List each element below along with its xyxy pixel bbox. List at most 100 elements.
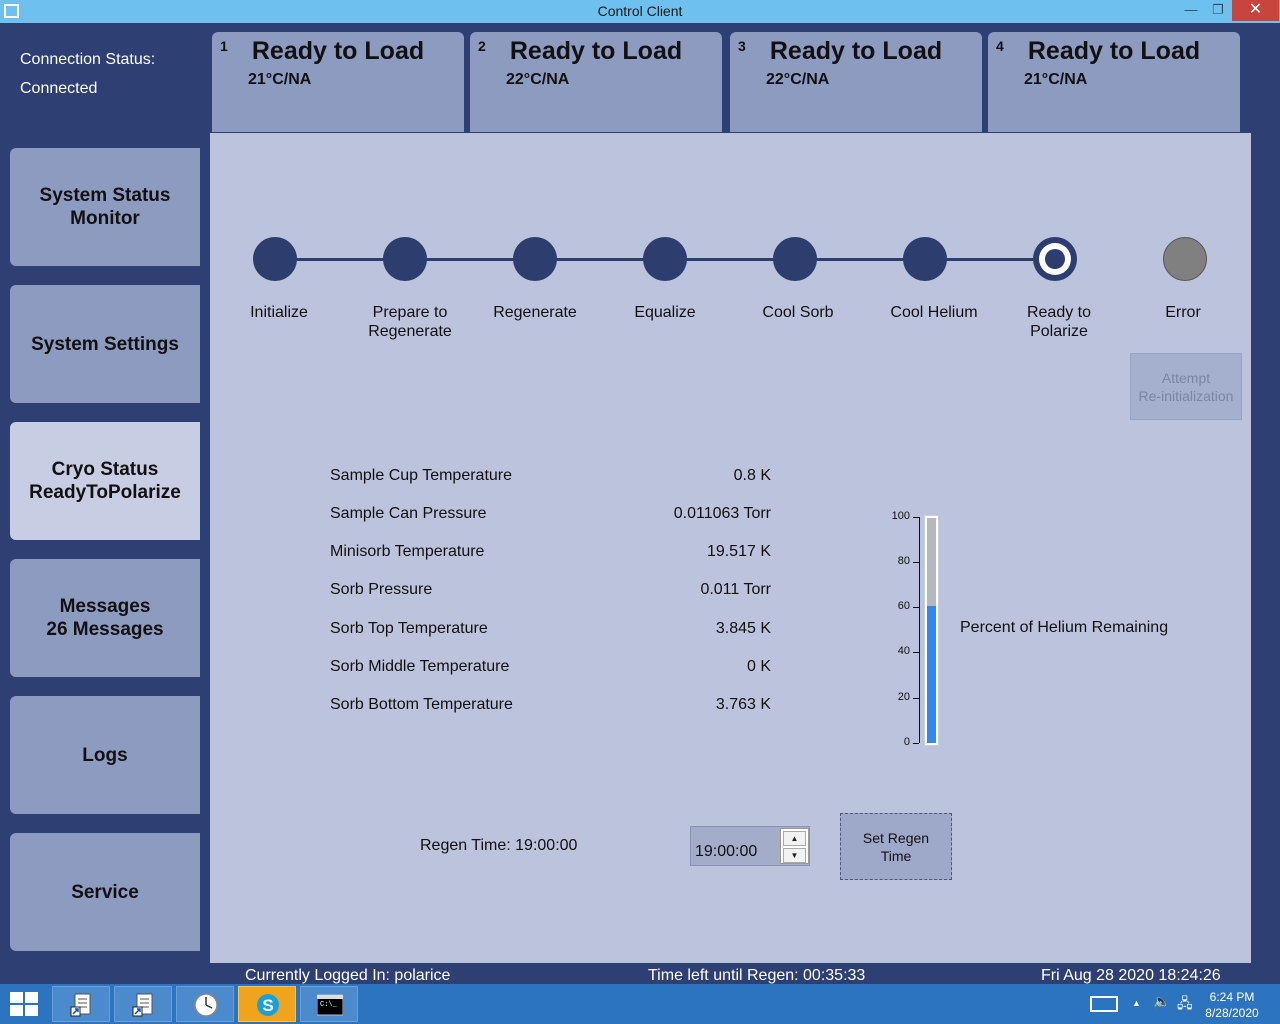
tab-temperature: 22°C/NA — [766, 71, 830, 88]
state-node-prepare-to-regenerate — [383, 237, 427, 281]
gauge-tick-label: 80 — [897, 555, 910, 567]
load-station-tab-2[interactable]: 2 Ready to Load 22°C/NA — [470, 32, 722, 132]
title-bar: Control Client — ❐ ✕ — [0, 0, 1280, 23]
speaker-icon[interactable]: 🔈 — [1153, 993, 1170, 1010]
skype-icon: S — [257, 994, 279, 1016]
sidebar-item-system-settings[interactable]: System Settings — [10, 285, 200, 403]
attempt-reinitialization-button[interactable]: Attempt Re-initialization — [1130, 353, 1242, 420]
spin-down-icon[interactable]: ▼ — [783, 848, 806, 863]
start-pane — [25, 992, 38, 1003]
taskbar-skype[interactable]: S — [238, 986, 296, 1022]
state-label-line: Cool Helium — [890, 304, 978, 321]
helium-gauge-axis — [919, 517, 920, 743]
reading-label-sample-can-pressure: Sample Can Pressure — [330, 505, 487, 522]
helium-gauge-fill — [927, 606, 936, 743]
spin-up-icon[interactable]: ▲ — [783, 831, 806, 846]
gauge-tick — [913, 698, 919, 699]
reading-value-sorb-middle-temperature: 0 K — [746, 658, 771, 675]
gauge-tick — [913, 743, 919, 744]
svg-text:C:\_: C:\_ — [320, 1001, 338, 1009]
taskbar: S C:\_ ▲ 🔈 🖧 6:24 PM 8/28/2020 — [0, 984, 1280, 1024]
taskbar-document-shortcut-2[interactable] — [114, 986, 172, 1022]
state-label-line: Ready to — [1026, 304, 1092, 321]
tab-status: Ready to Load — [251, 37, 425, 65]
state-label-equalize: Equalize — [600, 303, 730, 322]
state-node-initialize — [253, 237, 297, 281]
taskbar-clock-date[interactable]: 8/28/2020 — [1200, 1006, 1264, 1020]
show-hidden-icons-icon[interactable]: ▲ — [1132, 998, 1141, 1008]
state-label-regenerate: Regenerate — [470, 303, 600, 322]
sidebar-item-sublabel: Monitor — [70, 208, 140, 229]
regen-time-text: Regen Time: 19:00:00 — [420, 837, 578, 854]
state-node-equalize — [643, 237, 687, 281]
sidebar-item-label: Service — [71, 881, 139, 903]
sidebar-item-label: Logs — [82, 744, 128, 766]
taskbar-document-shortcut-1[interactable] — [52, 986, 110, 1022]
regen-time-spinner: ▲ ▼ — [780, 828, 809, 864]
keyboard-icon[interactable] — [1090, 996, 1118, 1012]
start-pane — [10, 992, 23, 1003]
button-label-line: Re-initialization — [1138, 387, 1234, 404]
tab-temperature: 21°C/NA — [1024, 71, 1088, 88]
restore-button[interactable]: ❐ — [1203, 0, 1233, 21]
button-label-line: Time — [880, 847, 912, 864]
reading-value-sample-can-pressure: 0.011063 Torr — [673, 505, 771, 522]
load-station-tab-1[interactable]: 1 Ready to Load 21°C/NA — [212, 32, 464, 132]
sidebar-item-label: Cryo Status — [51, 459, 159, 480]
taskbar-clock-app[interactable] — [176, 986, 234, 1022]
set-regen-time-button[interactable]: Set Regen Time — [840, 813, 952, 880]
state-label-line: Equalize — [634, 304, 696, 321]
load-station-tab-4[interactable]: 4 Ready to Load 21°C/NA — [988, 32, 1240, 132]
state-label-line: Regenerate — [493, 304, 577, 321]
state-label-line: Cool Sorb — [762, 304, 834, 321]
tab-status: Ready to Load — [1027, 37, 1201, 65]
state-label-prepare-to-regenerate: Prepare to Regenerate — [345, 303, 475, 341]
sidebar-item-messages[interactable]: Messages 26 Messages — [10, 559, 200, 677]
sidebar-item-label: Messages — [59, 596, 151, 617]
state-node-ready-to-polarize — [1033, 237, 1077, 281]
taskbar-command-prompt[interactable]: C:\_ — [300, 986, 358, 1022]
state-node-regenerate — [513, 237, 557, 281]
minimize-button[interactable]: — — [1176, 0, 1206, 21]
gauge-tick — [913, 652, 919, 653]
gauge-tick-label: 100 — [891, 510, 910, 522]
state-label-line: Regenerate — [368, 323, 452, 340]
taskbar-clock-time[interactable]: 6:24 PM — [1200, 990, 1264, 1004]
load-station-tab-3[interactable]: 3 Ready to Load 22°C/NA — [730, 32, 982, 132]
sidebar-item-cryo-status[interactable]: Cryo Status ReadyToPolarize — [10, 422, 200, 540]
sidebar-item-service[interactable]: Service — [10, 833, 200, 951]
state-label-ready-to-polarize: Ready to Polarize — [994, 303, 1124, 341]
reading-label-sorb-bottom-temperature: Sorb Bottom Temperature — [330, 696, 513, 713]
reading-label-sample-cup-temperature: Sample Cup Temperature — [330, 467, 513, 484]
network-icon[interactable]: 🖧 — [1177, 993, 1193, 1017]
command-prompt-icon: C:\_ — [317, 994, 343, 1016]
state-label-cool-helium: Cool Helium — [869, 303, 999, 322]
logged-in-status: Currently Logged In: polarice — [245, 967, 451, 984]
state-node-cool-sorb — [773, 237, 817, 281]
button-label-line: Set Regen — [862, 829, 930, 846]
sidebar-item-sublabel: ReadyToPolarize — [29, 482, 181, 503]
sidebar-item-label: System Settings — [31, 333, 179, 355]
document-shortcut-icon — [70, 993, 91, 1017]
gauge-tick-label: 0 — [903, 736, 910, 748]
window-title: Control Client — [597, 3, 683, 19]
reading-label-sorb-top-temperature: Sorb Top Temperature — [330, 620, 488, 637]
reading-value-minisorb-temperature: 19.517 K — [706, 543, 771, 560]
reading-label-minisorb-temperature: Minisorb Temperature — [330, 543, 485, 560]
reading-value-sorb-bottom-temperature: 3.763 K — [715, 696, 771, 713]
tab-status: Ready to Load — [769, 37, 943, 65]
state-label-line: Error — [1165, 304, 1201, 321]
tab-temperature: 21°C/NA — [248, 71, 312, 88]
state-label-initialize: Initialize — [214, 303, 344, 322]
reading-value-sorb-pressure: 0.011 Torr — [700, 581, 771, 598]
tab-status: Ready to Load — [509, 37, 683, 65]
button-label-line: Attempt — [1161, 369, 1211, 386]
close-button[interactable]: ✕ — [1232, 0, 1279, 21]
gauge-tick — [913, 607, 919, 608]
connection-status: Connection Status: Connected — [20, 45, 155, 103]
sidebar-item-label: System Status — [39, 185, 171, 206]
cryo-status-panel: Initialize Prepare to Regenerate Regener… — [210, 133, 1251, 963]
windows-start-icon[interactable] — [10, 992, 40, 1018]
sidebar-item-system-status-monitor[interactable]: System Status Monitor — [10, 148, 200, 266]
sidebar-item-logs[interactable]: Logs — [10, 696, 200, 814]
